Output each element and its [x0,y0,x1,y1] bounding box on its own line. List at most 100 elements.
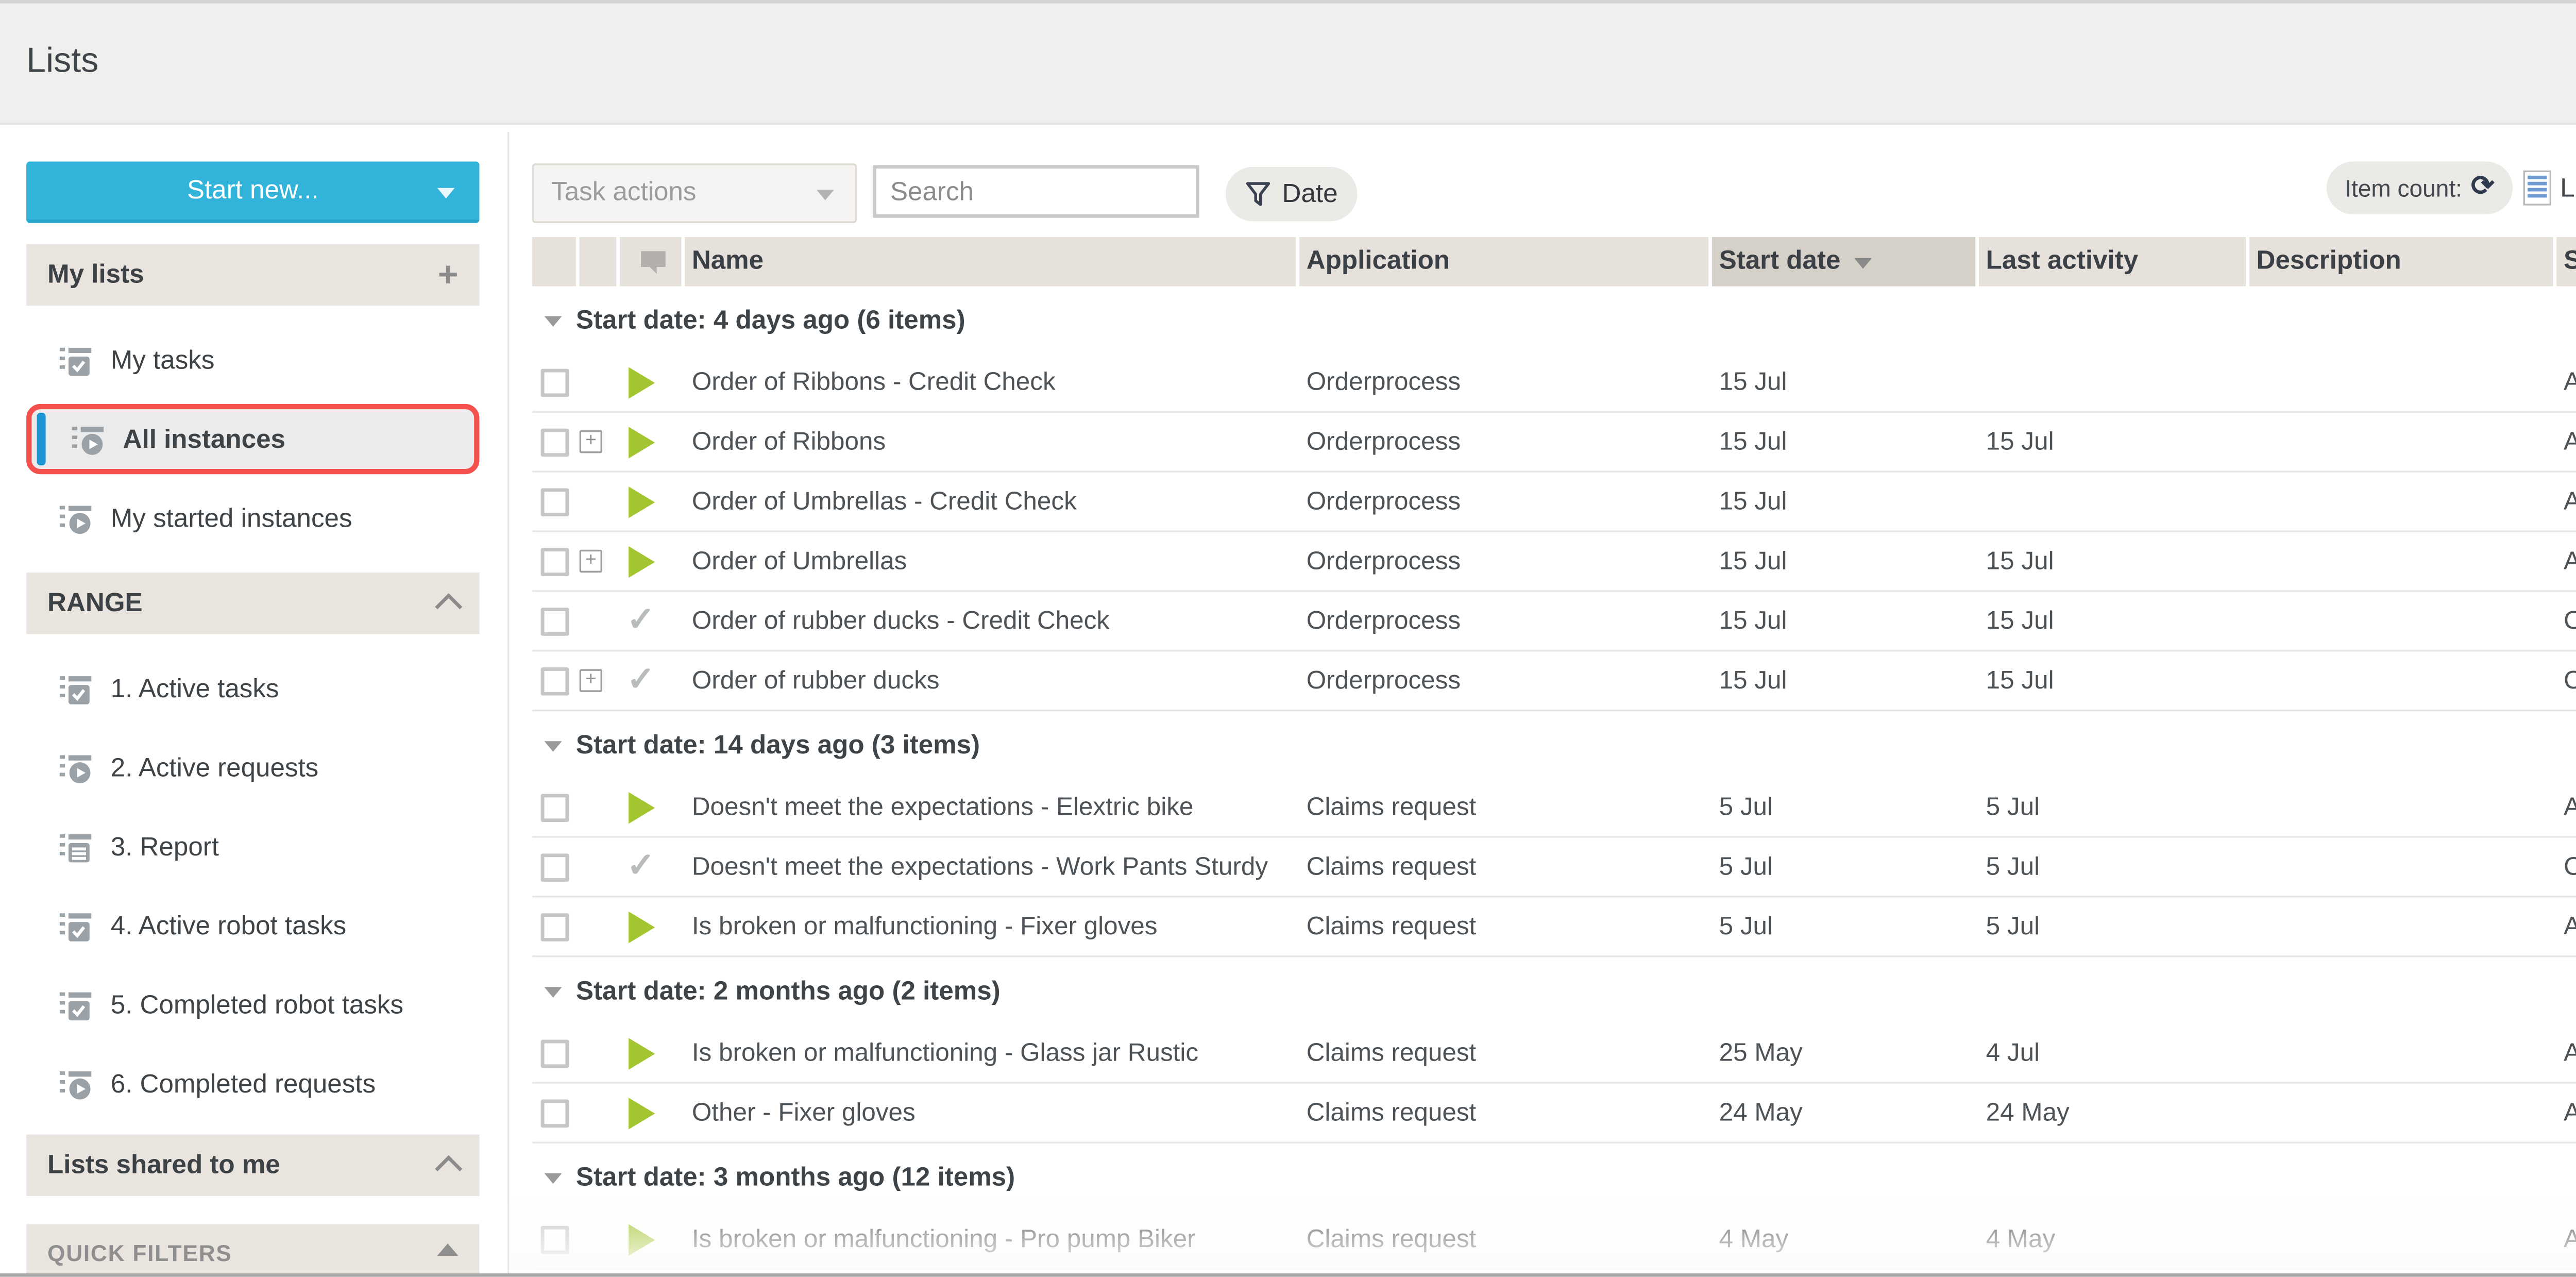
cell-last-activity: 15 Jul [1979,666,2249,695]
group-header[interactable]: Start date: 2 months ago (2 items) [532,957,2576,1024]
add-list-icon[interactable]: + [438,257,459,292]
instance-list-icon [70,422,105,457]
search-input[interactable] [873,165,1199,217]
task-list-icon [58,908,93,943]
sidebar: Start new... My lists+ My tasks All instan… [26,162,479,1277]
table-row[interactable]: ✓Doesn't meet the expectations - Work Pa… [532,838,2576,898]
instance-list-icon [58,500,93,535]
cell-status: Active [2556,1225,2576,1253]
sidebar-item-my-tasks[interactable]: My tasks [26,325,479,395]
column-header-start-date[interactable]: Start date [1712,237,1979,286]
table-row[interactable]: Is broken or malfunctioning - Fixer glov… [532,898,2576,957]
row-checkbox[interactable] [541,666,569,695]
start-new-label: Start new... [187,176,319,206]
table-row[interactable]: Other - Fixer glovesClaims request24 May… [532,1084,2576,1144]
running-play-icon [629,366,655,398]
list-actions-dropdown[interactable]: List actions [2523,162,2576,214]
task-actions-dropdown[interactable]: Task actions [532,163,857,223]
expand-toggle-icon[interactable]: + [580,669,602,692]
column-header-last-activity[interactable]: Last activity [1979,237,2249,286]
row-checkbox[interactable] [541,607,569,635]
table-header: Name Application Start date Last activit… [532,237,2576,286]
cell-last-activity: 15 Jul [1979,607,2249,635]
cell-start-date: 15 Jul [1712,547,1979,576]
cell-name: Other - Fixer gloves [685,1099,1299,1127]
expand-toggle-icon[interactable]: + [580,430,602,453]
table-row[interactable]: Order of Umbrellas - Credit CheckOrderpr… [532,473,2576,532]
sidebar-item-all-instances[interactable]: All instances [26,404,479,474]
group-collapse-icon[interactable] [545,986,562,997]
cell-start-date: 15 Jul [1712,368,1979,396]
sidebar-item-5-completed-robot-tasks[interactable]: 5. Completed robot tasks [26,969,479,1039]
sidebar-item-my-started-instances[interactable]: My started instances [26,483,479,553]
group-header[interactable]: Start date: 3 months ago (12 items) [532,1144,2576,1211]
table-row[interactable]: Is broken or malfunctioning - Pro pump B… [532,1210,2576,1270]
group-header[interactable]: Start date: 14 days ago (3 items) [532,711,2576,778]
row-checkbox[interactable] [541,547,569,576]
window-top-edge [0,0,2576,4]
cell-status: Active [2556,428,2576,456]
sidebar-item-1-active-tasks[interactable]: 1. Active tasks [26,653,479,724]
cell-last-activity: 5 Jul [1979,793,2249,821]
quick-filters-bar[interactable]: QUICK FILTERS [26,1224,479,1277]
group-header[interactable]: Start date: 4 days ago (6 items) [532,287,2576,354]
page-header: Lists ? [0,4,2576,125]
sidebar-item-6-completed-requests[interactable]: 6. Completed requests [26,1049,479,1119]
cell-application: Orderprocess [1299,428,1712,456]
table-row[interactable]: Doesn't meet the expectations - Elextric… [532,778,2576,838]
group-collapse-icon[interactable] [545,741,562,751]
sidebar-section-lists-shared-to-me[interactable]: Lists shared to me [26,1135,479,1196]
row-checkbox[interactable] [541,1225,569,1253]
row-checkbox[interactable] [541,488,569,516]
task-list-icon [58,671,93,706]
window-bottom-edge [0,1273,2576,1277]
cell-application: Orderprocess [1299,666,1712,695]
table-row[interactable]: ✓Order of rubber ducks - Credit CheckOrd… [532,592,2576,652]
column-header-status[interactable]: Status [2556,237,2576,286]
cell-status: Active [2556,1039,2576,1067]
cell-name: Order of Umbrellas - Credit Check [685,488,1299,516]
row-checkbox[interactable] [541,428,569,456]
expand-toggle-icon[interactable]: + [580,550,602,573]
cell-application: Claims request [1299,913,1712,941]
row-checkbox[interactable] [541,793,569,821]
instance-list-icon [58,750,93,785]
sidebar-item-3-report[interactable]: 3. Report [26,812,479,882]
row-checkbox[interactable] [541,853,569,881]
collapse-chevron-icon[interactable] [435,593,462,620]
cell-last-activity: 4 May [1979,1225,2249,1253]
running-play-icon [629,485,655,517]
group-collapse-icon[interactable] [545,1172,562,1183]
row-checkbox[interactable] [541,1039,569,1067]
row-checkbox[interactable] [541,913,569,941]
cell-status: Active [2556,793,2576,821]
sidebar-item-4-active-robot-tasks[interactable]: 4. Active robot tasks [26,890,479,961]
column-header-application[interactable]: Application [1299,237,1712,286]
running-play-icon [629,791,655,822]
list-icon [2523,171,2552,206]
cell-start-date: 15 Jul [1712,428,1979,456]
row-checkbox[interactable] [541,1099,569,1127]
table-row[interactable]: Is broken or malfunctioning - Glass jar … [532,1024,2576,1084]
collapse-chevron-icon[interactable] [435,1155,462,1183]
row-checkbox[interactable] [541,368,569,396]
task-list-icon [58,343,93,378]
cell-application: Claims request [1299,1039,1712,1067]
group-collapse-icon[interactable] [545,315,562,326]
header-checkbox-column [532,237,580,286]
running-play-icon [629,426,655,457]
start-new-button[interactable]: Start new... [26,162,479,223]
table-row[interactable]: +Order of RibbonsOrderprocess15 Jul15 Ju… [532,413,2576,473]
table-row[interactable]: Order of Ribbons - Credit CheckOrderproc… [532,353,2576,413]
sidebar-item-2-active-requests[interactable]: 2. Active requests [26,732,479,802]
table-row[interactable]: +✓Order of rubber ducksOrderprocess15 Ju… [532,651,2576,711]
item-count-button[interactable]: Item count: ⟳ [2327,162,2513,214]
column-header-name[interactable]: Name [685,237,1299,286]
column-header-description[interactable]: Description [2249,237,2556,286]
sidebar-section-my-lists[interactable]: My lists+ [26,244,479,306]
cell-start-date: 15 Jul [1712,666,1979,695]
sidebar-section-range[interactable]: RANGE [26,573,479,634]
date-filter-button[interactable]: Date [1226,167,1358,222]
cell-status: Active [2556,547,2576,576]
table-row[interactable]: +Order of UmbrellasOrderprocess15 Jul15 … [532,532,2576,592]
